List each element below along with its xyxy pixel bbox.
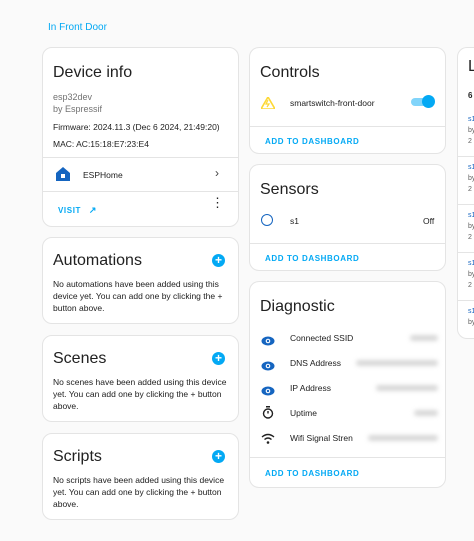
diagnostic-title: Diagnostic [260, 298, 335, 315]
entry-by: by [468, 223, 474, 230]
diagnostic-label[interactable]: DNS Address [290, 358, 341, 368]
scenes-description: No scenes have been added using this dev… [53, 377, 227, 411]
eye-icon [261, 383, 275, 401]
visit-button[interactable]: VISIT ↗ [58, 205, 97, 216]
scripts-title: Scripts [53, 448, 102, 465]
device-model: esp32dev [53, 92, 93, 102]
scenes-card: Scenes + No scenes have been added using… [42, 335, 239, 422]
divider [250, 126, 445, 127]
logbook-entry[interactable]: s1 by 2 [468, 114, 474, 147]
divider [458, 252, 474, 253]
visit-label: VISIT [58, 206, 82, 215]
scripts-description: No scripts have been added using this de… [53, 475, 225, 509]
scenes-title: Scenes [53, 350, 107, 367]
diagnostic-label[interactable]: Uptime [290, 408, 317, 418]
logbook-count: 6 [468, 91, 473, 100]
entry-by: by [468, 127, 474, 134]
device-mac: MAC: AC:15:18:E7:23:E4 [53, 139, 149, 149]
diagnostic-label[interactable]: Connected SSID [290, 333, 353, 343]
redacted-value [356, 360, 438, 366]
diagnostic-card: Diagnostic Connected SSID DNS Address IP… [249, 281, 446, 488]
wifi-icon [261, 431, 275, 449]
timer-icon [262, 406, 274, 424]
logbook-card: L 6 s1 by 2 s1 by 2 s1 by 2 s1 by 2 s1 b… [457, 47, 474, 339]
eye-icon [261, 358, 275, 376]
radiobox-blank-icon [261, 214, 273, 226]
diagnostic-add-to-dashboard[interactable]: ADD TO DASHBOARD [265, 469, 359, 478]
controls-card: Controls smartswitch-front-door ADD TO D… [249, 47, 446, 154]
sensor-value: Off [423, 216, 435, 226]
toggle-knob [422, 95, 435, 108]
divider [458, 204, 474, 205]
sensors-card: Sensors s1 Off ADD TO DASHBOARD [249, 164, 446, 271]
logbook-title: L [468, 58, 474, 75]
redacted-value [376, 385, 438, 391]
smartswitch-toggle[interactable] [411, 95, 435, 108]
logbook-entry[interactable]: s1 by [468, 306, 474, 328]
sensors-title: Sensors [260, 181, 319, 198]
logbook-entry[interactable]: s1 by 2 [468, 162, 474, 195]
entry-name: s1 [468, 116, 474, 123]
add-script-button[interactable]: + [212, 450, 225, 463]
entry-name: s1 [468, 260, 474, 267]
entry-time: 2 [468, 282, 472, 289]
logbook-entry[interactable]: s1 by 2 [468, 258, 474, 291]
controls-title: Controls [260, 64, 320, 81]
control-label: smartswitch-front-door [290, 98, 375, 108]
entry-time: 2 [468, 186, 472, 193]
divider [43, 191, 238, 192]
add-scene-button[interactable]: + [212, 352, 225, 365]
lightning-icon [259, 95, 277, 114]
divider [250, 243, 445, 244]
logbook-entry[interactable]: s1 by 2 [468, 210, 474, 243]
diagnostic-label[interactable]: Wifi Signal Stren [290, 433, 353, 443]
entry-name: s1 [468, 308, 474, 315]
device-info-card: Device info esp32dev by Espressif Firmwa… [42, 47, 239, 227]
sensors-add-to-dashboard[interactable]: ADD TO DASHBOARD [265, 254, 359, 263]
entry-by: by [468, 319, 474, 326]
entry-name: s1 [468, 212, 474, 219]
esphome-icon [55, 166, 71, 187]
entry-by: by [468, 175, 474, 182]
divider [458, 156, 474, 157]
eye-icon [261, 333, 275, 351]
divider [43, 157, 238, 158]
page: In Front Door Device info esp32dev by Es… [0, 0, 474, 541]
automations-card: Automations + No automations have been a… [42, 237, 239, 324]
redacted-value [410, 335, 438, 341]
divider [250, 457, 445, 458]
entry-time: 2 [468, 138, 472, 145]
add-automation-button[interactable]: + [212, 254, 225, 267]
automations-description: No automations have been added using thi… [53, 279, 223, 313]
chevron-right-icon[interactable]: › [215, 166, 219, 180]
integration-name[interactable]: ESPHome [83, 170, 123, 180]
entry-time: 2 [468, 234, 472, 241]
controls-add-to-dashboard[interactable]: ADD TO DASHBOARD [265, 137, 359, 146]
scripts-card: Scripts + No scripts have been added usi… [42, 433, 239, 520]
entry-name: s1 [468, 164, 474, 171]
diagnostic-label[interactable]: IP Address [290, 383, 331, 393]
redacted-value [414, 410, 438, 416]
redacted-value [368, 435, 438, 441]
entry-by: by [468, 271, 474, 278]
device-info-title: Device info [53, 64, 133, 81]
sensor-label[interactable]: s1 [290, 216, 299, 226]
automations-title: Automations [53, 252, 142, 269]
divider [458, 300, 474, 301]
device-manufacturer: by Espressif [53, 104, 103, 114]
open-in-new-icon: ↗ [88, 205, 97, 215]
device-firmware: Firmware: 2024.11.3 (Dec 6 2024, 21:49:2… [53, 122, 220, 132]
breadcrumb[interactable]: In Front Door [48, 22, 107, 33]
overflow-menu-icon[interactable]: ⋮ [211, 196, 224, 209]
